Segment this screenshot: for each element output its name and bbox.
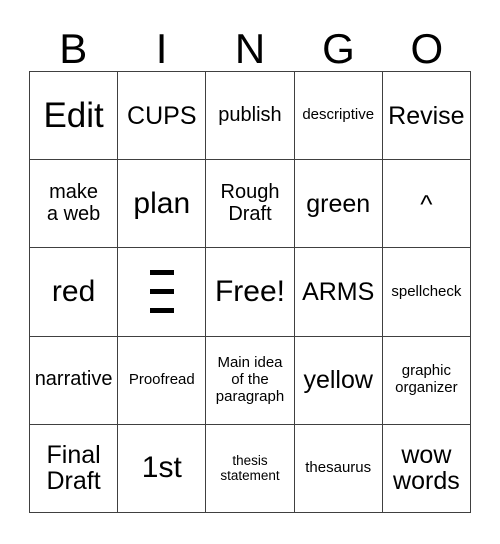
bingo-cell-label: green <box>306 189 371 218</box>
bingo-card: B I N G O Edit CUPS publish descriptive Revi… <box>0 0 500 544</box>
bingo-header-letter-g: G <box>322 25 355 72</box>
triple-bar-segment <box>149 270 174 276</box>
bingo-cell-r1-c1[interactable]: Edit <box>30 72 119 161</box>
bingo-cell-r3-c2[interactable] <box>118 248 207 337</box>
bingo-cell-label: descriptive <box>302 106 375 124</box>
bingo-cell-label: thesis statement <box>220 453 280 484</box>
bingo-cell-label: Proofread <box>128 370 195 388</box>
bingo-cell-r1-c2[interactable]: CUPS <box>118 72 207 161</box>
bingo-cell-r5-c1[interactable]: Final Draft <box>30 424 119 513</box>
bingo-header-letter-o: O <box>410 25 444 72</box>
bingo-cell-r2-c4[interactable]: green <box>294 160 383 249</box>
bingo-cell-r4-c3[interactable]: Main idea of the paragraph <box>206 336 295 425</box>
bingo-cell-r2-c2[interactable]: plan <box>118 160 207 249</box>
triple-bar-icon <box>121 250 202 333</box>
bingo-cell-r4-c1[interactable]: narrative <box>30 336 119 425</box>
bingo-cell-label: 1st <box>141 451 182 485</box>
bingo-cell-label: thesaurus <box>305 458 372 476</box>
bingo-cell-r3-c3[interactable]: Free! <box>206 248 295 337</box>
bingo-cell-r5-c5[interactable]: wow words <box>382 424 471 513</box>
bingo-cell-label: Free! <box>214 274 285 308</box>
bingo-cell-label: Main idea of the paragraph <box>215 354 285 405</box>
bingo-cell-label: yellow <box>303 366 373 395</box>
bingo-cell-r5-c2[interactable]: 1st <box>118 424 207 513</box>
bingo-cell-r3-c5[interactable]: spellcheck <box>382 248 471 337</box>
bingo-cell-r2-c1[interactable]: make a web <box>30 160 119 249</box>
bingo-cell-r1-c3[interactable]: publish <box>206 72 295 161</box>
bingo-cell-label: Final Draft <box>46 441 101 496</box>
bingo-cell-label: Revise <box>388 101 465 130</box>
bingo-cell-r5-c4[interactable]: thesaurus <box>294 424 383 513</box>
bingo-cell-r1-c4[interactable]: descriptive <box>294 72 383 161</box>
triple-bar-segment <box>149 289 174 295</box>
bingo-grid: Edit CUPS publish descriptive Revise make a w… <box>29 71 471 513</box>
bingo-header-letter-i: I <box>155 25 168 72</box>
bingo-cell-r1-c5[interactable]: Revise <box>382 72 471 161</box>
bingo-cell-label: CUPS <box>127 101 197 130</box>
bingo-cell-r2-c3[interactable]: Rough Draft <box>206 160 295 249</box>
bingo-cell-r4-c2[interactable]: Proofread <box>118 336 207 425</box>
bingo-header-letter-n: N <box>234 25 266 72</box>
bingo-cell-label: Rough Draft <box>220 181 280 225</box>
bingo-cell-label: plan <box>133 186 191 220</box>
bingo-cell-label: Edit <box>43 96 104 136</box>
bingo-cell-label: publish <box>218 103 282 126</box>
caret-icon: ^ <box>420 188 433 219</box>
bingo-cell-r5-c3[interactable]: thesis statement <box>206 424 295 513</box>
triple-bar-segment <box>149 308 174 314</box>
bingo-header-letter-b: B <box>59 25 88 72</box>
bingo-cell-label: graphic organizer <box>395 362 458 397</box>
bingo-cell-label: wow words <box>393 441 460 496</box>
bingo-cell-label: narrative <box>34 368 113 391</box>
bingo-header-row: B I N G O <box>29 20 471 71</box>
bingo-cell-label: ARMS <box>302 277 375 306</box>
bingo-cell-r3-c4[interactable]: ARMS <box>294 248 383 337</box>
bingo-cell-label: make a web <box>46 181 101 225</box>
bingo-cell-label: spellcheck <box>391 282 462 300</box>
bingo-cell-r2-c5[interactable]: ^ <box>382 160 471 249</box>
bingo-cell-label: red <box>51 274 96 308</box>
bingo-cell-r4-c4[interactable]: yellow <box>294 336 383 425</box>
bingo-cell-r4-c5[interactable]: graphic organizer <box>382 336 471 425</box>
bingo-cell-r3-c1[interactable]: red <box>30 248 119 337</box>
